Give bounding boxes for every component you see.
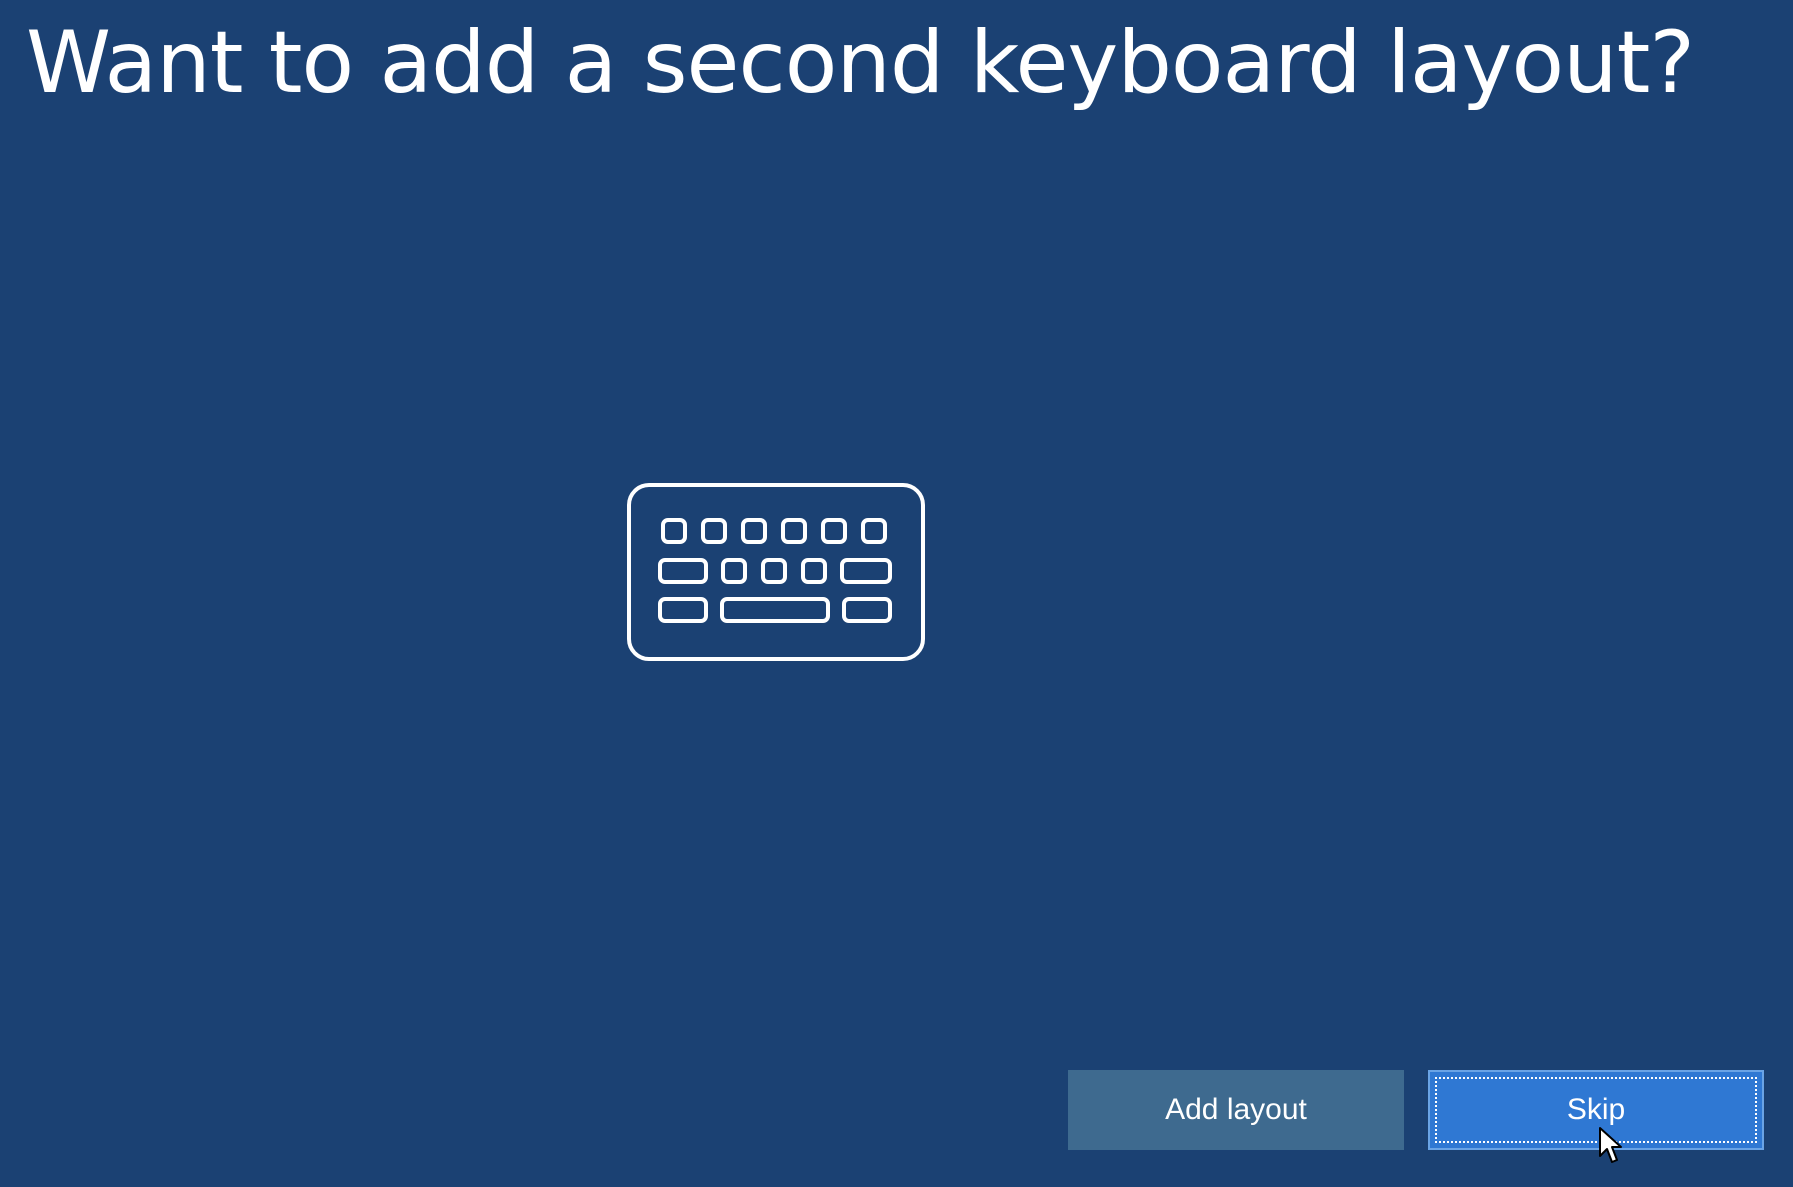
skip-button[interactable]: Skip: [1428, 1070, 1764, 1150]
add-layout-button[interactable]: Add layout: [1068, 1070, 1404, 1150]
page-title: Want to add a second keyboard layout?: [26, 13, 1695, 113]
oobe-screen: Want to add a second keyboard layout? Ad…: [0, 0, 1793, 1187]
skip-label: Skip: [1566, 1093, 1626, 1126]
add-layout-label: Add layout: [1165, 1093, 1307, 1126]
keyboard-icon: [627, 483, 925, 661]
mouse-cursor-icon: [1599, 1127, 1622, 1163]
